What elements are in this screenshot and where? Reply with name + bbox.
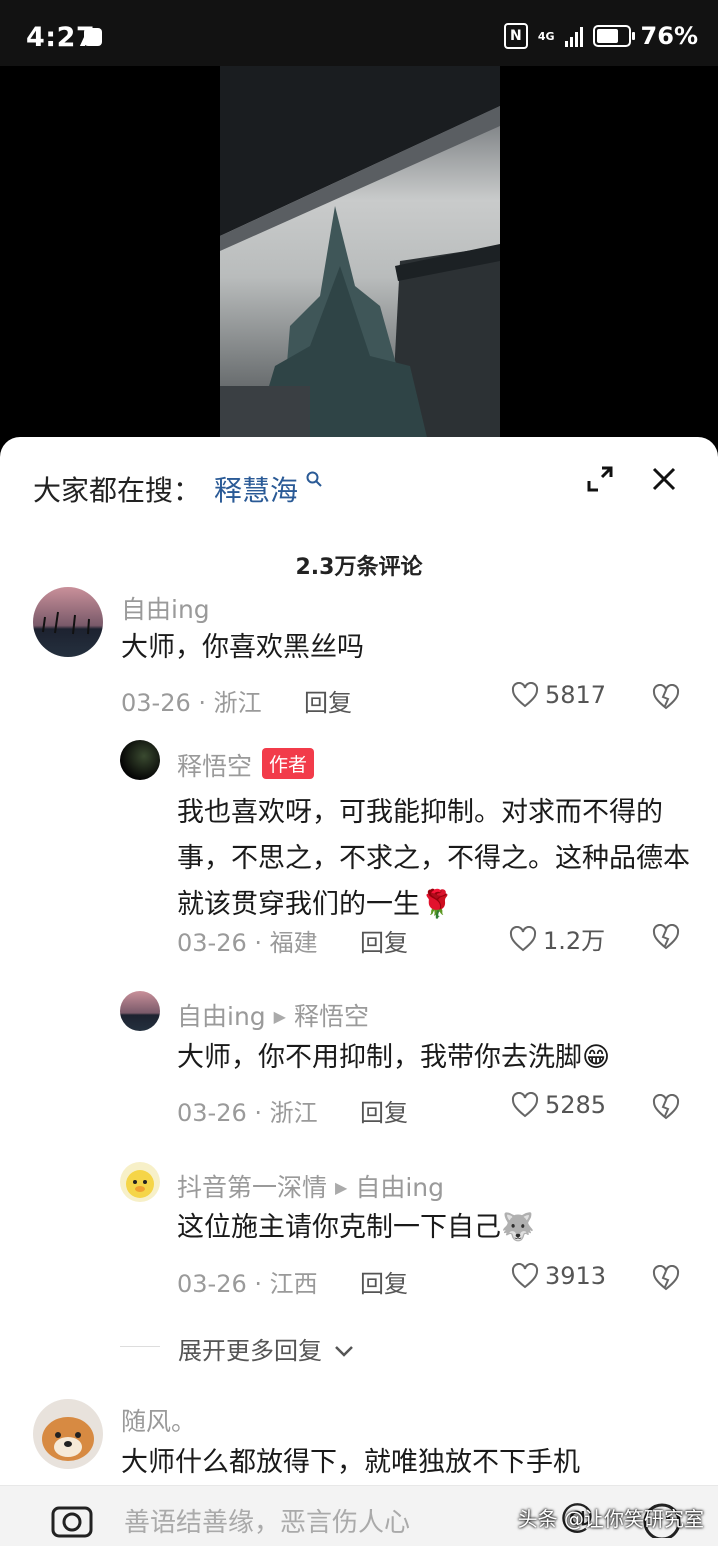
reply-to[interactable]: 自由ing <box>355 1173 444 1202</box>
avatar[interactable] <box>120 991 160 1031</box>
reply-button[interactable]: 回复 <box>360 1093 408 1128</box>
comments-count: 2.3万条评论 <box>295 555 423 580</box>
nfc-icon: N <box>503 23 528 49</box>
reply-arrow-icon: ▶ <box>335 1178 348 1197</box>
signal-icon <box>564 25 583 47</box>
expand-replies-button[interactable]: 展开更多回复 <box>178 1331 354 1366</box>
like-count: 5285 <box>545 1091 607 1119</box>
heart-icon <box>509 925 537 951</box>
app-notification-icon <box>84 28 102 46</box>
heart-icon <box>511 682 539 708</box>
reply-author: 自由ing ▶ 释悟空 <box>177 1002 369 1031</box>
reply-meta: 03-26 · 福建 <box>177 929 318 957</box>
comment-author[interactable]: 自由ing <box>121 590 210 626</box>
reply-author: 抖音第一深情 ▶ 自由ing <box>177 1173 444 1202</box>
avatar[interactable] <box>120 740 160 780</box>
like-button[interactable]: 1.2万 <box>509 921 605 956</box>
reply-button[interactable]: 回复 <box>360 923 408 958</box>
like-count: 3913 <box>545 1262 607 1290</box>
reply-text: 我也喜欢呀，可我能抑制。对求而不得的事，不思之，不求之，不得之。这种品德本就该贯… <box>177 797 690 920</box>
video-frame <box>220 66 500 450</box>
search-icon[interactable] <box>306 471 322 491</box>
watermark: 头条 @让你笑研究室 <box>517 1507 704 1531</box>
divider <box>120 1346 160 1347</box>
comment-input[interactable]: 善语结善缘，恶言伤人心 <box>124 1502 410 1539</box>
like-count: 5817 <box>545 681 607 709</box>
comment-text: 大师，你喜欢黑丝吗 <box>121 632 364 663</box>
like-count: 1.2万 <box>543 927 606 955</box>
comment-meta: 03-26 · 浙江 <box>121 689 262 717</box>
reply-text: 这位施主请你克制一下自己🐺 <box>177 1212 535 1243</box>
like-button[interactable]: 3913 <box>511 1262 606 1290</box>
reply-meta: 03-26 · 浙江 <box>177 1099 318 1127</box>
avatar[interactable] <box>33 1399 103 1469</box>
like-button[interactable]: 5285 <box>511 1091 606 1119</box>
comment-text: 大师什么都放得下，就唯独放不下手机 <box>121 1447 580 1478</box>
expand-icon[interactable] <box>586 465 614 497</box>
status-bar: 4:27 N 4G 76% <box>0 0 718 76</box>
reply-button[interactable]: 回复 <box>304 683 352 718</box>
network-label: 4G <box>537 29 555 43</box>
reply-to[interactable]: 释悟空 <box>294 1002 369 1031</box>
avatar[interactable] <box>120 1162 160 1202</box>
dislike-icon[interactable] <box>652 923 680 954</box>
like-button[interactable]: 5817 <box>511 681 606 709</box>
search-label: 大家都在搜： <box>33 474 202 507</box>
reply-author[interactable]: 释悟空 <box>177 747 252 783</box>
chevron-down-icon <box>334 1346 353 1357</box>
search-suggestion-link[interactable]: 释慧海 <box>214 469 298 509</box>
reply-text: 大师，你不用抑制，我带你去洗脚😁 <box>177 1042 611 1073</box>
heart-icon <box>511 1263 539 1289</box>
video-player[interactable] <box>0 66 718 450</box>
comment-sheet: 大家都在搜： 释慧海 2.3万条评论 自由ing 大师，你喜欢黑丝吗 03-26… <box>0 437 718 1546</box>
author-badge: 作者 <box>262 748 315 779</box>
heart-icon <box>511 1092 539 1118</box>
dislike-icon[interactable] <box>652 683 680 714</box>
reply-meta: 03-26 · 江西 <box>177 1270 318 1298</box>
battery-icon <box>592 25 635 47</box>
camera-icon[interactable] <box>50 1498 94 1542</box>
comment-author[interactable]: 随风。 <box>121 1402 196 1438</box>
reply-arrow-icon: ▶ <box>273 1007 286 1026</box>
dislike-icon[interactable] <box>652 1264 680 1295</box>
reply-button[interactable]: 回复 <box>360 1264 408 1299</box>
close-icon[interactable] <box>650 465 678 497</box>
battery-percent: 76% <box>640 22 698 50</box>
dislike-icon[interactable] <box>652 1093 680 1124</box>
avatar[interactable] <box>33 587 103 657</box>
